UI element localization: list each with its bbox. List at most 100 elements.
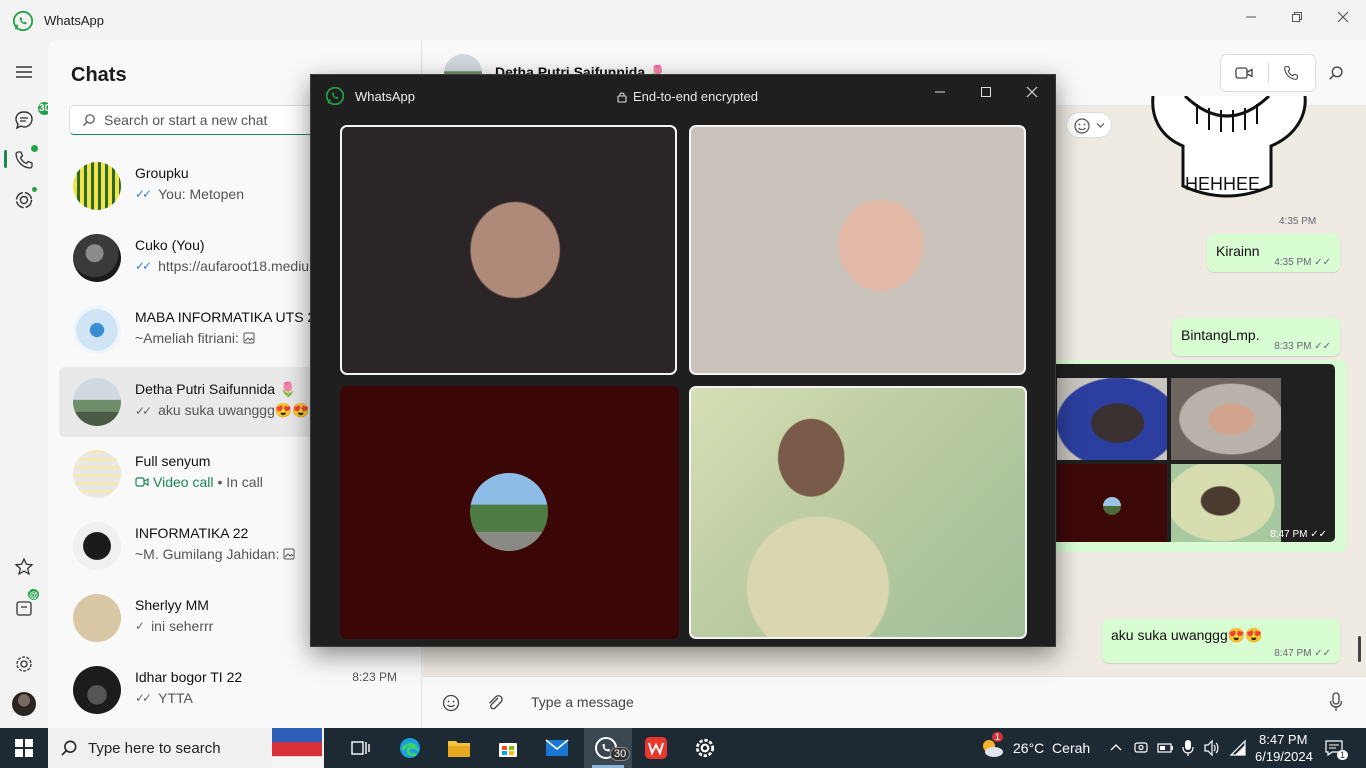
- task-view-button[interactable]: [346, 734, 374, 762]
- preview-text: You: Metopen: [158, 186, 244, 202]
- gear-icon: [16, 656, 32, 672]
- chat-name: Idhar bogor TI 22: [135, 669, 243, 685]
- microphone-in-use-icon[interactable]: [1182, 739, 1194, 757]
- thumb-tile: [1057, 378, 1167, 460]
- settings-taskbar-button[interactable]: [691, 734, 719, 762]
- message-meta: 8:33 PM ✓✓: [1274, 341, 1331, 352]
- avatar: [73, 306, 121, 354]
- clock-date[interactable]: 6/19/2024: [1255, 749, 1313, 764]
- minimize-button[interactable]: [1228, 0, 1274, 34]
- avatar: [73, 234, 121, 282]
- whatsapp-taskbar-badge: 30: [610, 747, 631, 761]
- taskbar-search[interactable]: Type here to search: [48, 728, 324, 768]
- chat-preview: Video call • In call: [135, 474, 263, 490]
- double-check-icon: ✓✓: [135, 403, 152, 418]
- mail-button[interactable]: [543, 734, 571, 762]
- thumb-tile: [1057, 464, 1167, 542]
- avatar: [73, 666, 121, 714]
- close-icon: [1026, 86, 1038, 98]
- preview-text: https://aufaroot18.mediu: [158, 258, 310, 274]
- weather-text[interactable]: 26°C Cerah: [1013, 740, 1090, 756]
- tools-badge: @: [26, 587, 41, 602]
- weather-widget[interactable]: 1: [978, 732, 1006, 762]
- self-video-tile[interactable]: [689, 386, 1027, 639]
- voice-call-icon[interactable]: [1283, 65, 1299, 81]
- avatar: [73, 378, 121, 426]
- chat-bubble-icon: [15, 111, 33, 130]
- close-button[interactable]: [1320, 0, 1366, 34]
- preview-text: ini seherrr: [151, 618, 214, 634]
- search-icon[interactable]: [1328, 65, 1344, 81]
- thumb-tile: [1171, 378, 1281, 460]
- message-text: aku suka uwanggg😍😍: [1111, 627, 1263, 643]
- microphone-icon[interactable]: [1329, 692, 1343, 712]
- read-receipt-icon: ✓✓: [1314, 341, 1331, 352]
- chat-preview: ✓✓ https://aufaroot18.mediu: [135, 258, 309, 274]
- message-text: BintangLmp.: [1181, 327, 1260, 343]
- task-view-icon: [351, 741, 370, 755]
- rail-calls-button[interactable]: [12, 144, 39, 172]
- settings-button[interactable]: [12, 652, 36, 676]
- participant-video-tile[interactable]: [689, 125, 1026, 375]
- clock-time[interactable]: 8:47 PM: [1259, 732, 1307, 747]
- read-receipt-icon: ✓✓: [1314, 257, 1331, 268]
- video-call-icon: [135, 477, 149, 487]
- rail-starred-button[interactable]: [12, 555, 36, 579]
- call-minimize-button[interactable]: [917, 75, 963, 109]
- sticker-message[interactable]: HEHHEE: [1147, 94, 1313, 204]
- encryption-label: End-to-end encrypted: [617, 89, 758, 104]
- menu-button[interactable]: [12, 60, 36, 84]
- store-button[interactable]: [494, 734, 522, 762]
- minimize-icon: [935, 91, 945, 93]
- video-call-icon[interactable]: [1235, 66, 1253, 80]
- search-icon: [61, 740, 77, 756]
- whatsapp-logo-icon: [12, 10, 34, 32]
- rail-archive-button[interactable]: @: [12, 587, 41, 619]
- profile-avatar[interactable]: [12, 692, 36, 716]
- wifi-icon[interactable]: [1229, 739, 1247, 757]
- participant-video-tile[interactable]: [340, 125, 677, 375]
- maximize-icon: [981, 87, 991, 97]
- participant-audio-tile[interactable]: [340, 386, 679, 639]
- emoji-icon[interactable]: [442, 694, 460, 712]
- image-message[interactable]: 8:47 PM ✓✓: [1047, 360, 1347, 552]
- call-close-button[interactable]: [1009, 75, 1055, 109]
- double-check-icon: ✓✓: [135, 187, 152, 201]
- phone-icon: [15, 151, 33, 169]
- message-bubble[interactable]: Kirainn 4:35 PM ✓✓: [1207, 234, 1340, 272]
- edge-button[interactable]: [396, 734, 424, 762]
- file-explorer-button[interactable]: [445, 734, 473, 762]
- preview-text: YTTA: [158, 690, 193, 706]
- battery-icon[interactable]: [1157, 740, 1175, 756]
- chat-preview: ~M. Gumilang Jahidan:: [135, 546, 295, 562]
- restore-button[interactable]: [1274, 0, 1320, 34]
- start-button[interactable]: [10, 734, 38, 762]
- star-icon: [14, 557, 34, 576]
- message-bubble[interactable]: aku suka uwanggg😍😍 8:47 PM ✓✓: [1102, 619, 1340, 663]
- wps-button[interactable]: [642, 734, 670, 762]
- message-bubble[interactable]: BintangLmp. 8:33 PM ✓✓: [1172, 318, 1340, 356]
- whatsapp-taskbar-button[interactable]: 30: [584, 728, 632, 768]
- read-receipt-icon: ✓✓: [1314, 648, 1331, 659]
- preview-text: ~M. Gumilang Jahidan:: [135, 546, 280, 562]
- speaker-icon[interactable]: [1203, 739, 1221, 757]
- rail-status-button[interactable]: [12, 186, 38, 212]
- call-maximize-button[interactable]: [963, 75, 1009, 109]
- thumb-avatar: [1103, 497, 1121, 515]
- chat-name: Groupku: [135, 165, 189, 181]
- video-call-window: WhatsApp End-to-end encrypted: [310, 74, 1056, 647]
- camera-in-use-icon[interactable]: [1133, 739, 1149, 757]
- rail-chats-button[interactable]: 30: [12, 100, 53, 132]
- image-time: 8:47 PM ✓✓: [1270, 529, 1327, 540]
- mail-icon: [545, 739, 569, 756]
- divider: [1268, 63, 1269, 83]
- chevron-up-icon[interactable]: [1110, 741, 1122, 755]
- preview-text: aku suka uwanggg😍😍: [158, 402, 310, 418]
- chat-item-idhar[interactable]: Idhar bogor TI 22 8:23 PM ✓✓ YTTA: [59, 655, 419, 725]
- reaction-button[interactable]: [1066, 112, 1112, 138]
- message-input[interactable]: Type a message: [531, 694, 634, 710]
- scrollbar[interactable]: [1358, 636, 1361, 662]
- paperclip-icon[interactable]: [486, 694, 504, 712]
- minimize-icon: [1246, 16, 1256, 18]
- message-meta: 4:35 PM ✓✓: [1274, 257, 1331, 268]
